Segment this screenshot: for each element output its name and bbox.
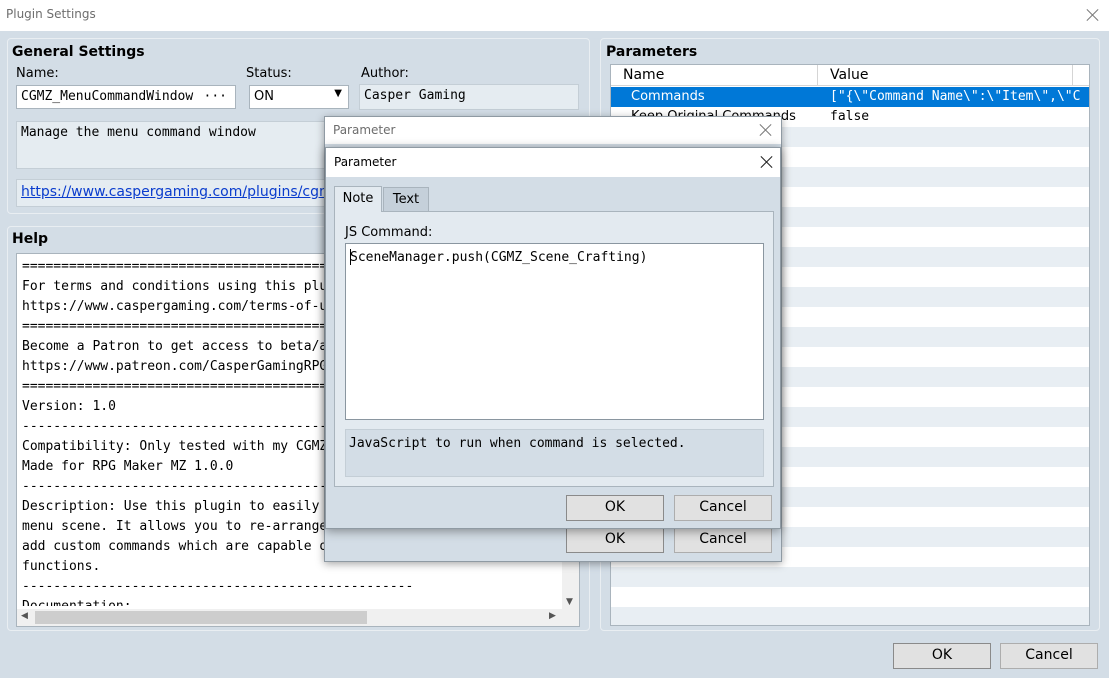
- text-cursor: [350, 249, 351, 265]
- parameter-dialog-titlebar: Parameter: [326, 148, 780, 177]
- parameter-dialog-back-ok-button[interactable]: OK: [566, 527, 664, 553]
- help-horizontal-scroll-thumb[interactable]: [35, 611, 367, 624]
- column-header-value[interactable]: Value: [830, 67, 868, 83]
- cancel-button[interactable]: Cancel: [1000, 643, 1098, 669]
- param-value: ["{\"Command Name\":\"Item\",\"C…: [830, 89, 1080, 104]
- help-heading: Help: [12, 231, 49, 247]
- note-description: JavaScript to run when command is select…: [345, 429, 764, 477]
- author-field[interactable]: Casper Gaming: [359, 84, 579, 110]
- status-value: ON: [254, 89, 274, 104]
- help-horizontal-scrollbar[interactable]: ◀ ▶: [17, 609, 579, 626]
- more-icon[interactable]: ···: [204, 89, 227, 104]
- help-line: Documentation:: [22, 597, 552, 606]
- column-divider: [1072, 65, 1073, 86]
- name-field[interactable]: CGMZ_MenuCommandWindow ···: [16, 85, 236, 109]
- plugin-url-link[interactable]: https://www.caspergaming.com/plugins/cgm…: [21, 184, 345, 200]
- parameter-dialog-ok-button[interactable]: OK: [566, 495, 664, 521]
- parameter-dialog: Parameter JS Command: SceneManager.push(…: [325, 147, 781, 529]
- name-label: Name:: [16, 66, 59, 81]
- table-row[interactable]: Commands ["{\"Command Name\":\"Item\",\"…: [611, 87, 1089, 107]
- tab-content: JS Command: SceneManager.push(CGMZ_Scene…: [334, 211, 774, 487]
- parameter-dialog-title: Parameter: [334, 155, 397, 169]
- scroll-left-icon[interactable]: ◀: [21, 611, 28, 621]
- tab-text[interactable]: Text: [383, 187, 429, 211]
- description-value: Manage the menu command window: [21, 125, 256, 140]
- scroll-down-icon[interactable]: ▼: [566, 597, 573, 607]
- tab-note[interactable]: Note: [334, 186, 382, 212]
- param-name: Commands: [631, 89, 705, 104]
- ok-button[interactable]: OK: [893, 643, 991, 669]
- window-title: Plugin Settings: [6, 7, 96, 21]
- param-value: false: [830, 109, 870, 124]
- parameters-heading: Parameters: [606, 44, 698, 60]
- js-command-textarea[interactable]: SceneManager.push(CGMZ_Scene_Crafting): [345, 243, 764, 420]
- column-header-name[interactable]: Name: [623, 67, 664, 83]
- status-select[interactable]: ON ▼: [249, 85, 349, 109]
- close-icon[interactable]: [759, 154, 775, 170]
- column-divider: [817, 65, 818, 86]
- general-settings-heading: General Settings: [12, 44, 145, 60]
- parameter-dialog-back-title: Parameter: [333, 123, 396, 137]
- close-icon[interactable]: [758, 122, 774, 138]
- parameter-dialog-back-cancel-button[interactable]: Cancel: [674, 527, 772, 553]
- parameter-dialog-back-titlebar: Parameter: [325, 117, 781, 144]
- name-value: CGMZ_MenuCommandWindow: [21, 89, 194, 104]
- close-icon[interactable]: [1085, 7, 1101, 23]
- status-label: Status:: [246, 66, 292, 81]
- author-value: Casper Gaming: [364, 88, 466, 103]
- help-line: ----------------------------------------…: [22, 579, 414, 594]
- parameters-table-header: Name Value: [611, 65, 1089, 86]
- js-command-label: JS Command:: [345, 225, 433, 240]
- chevron-down-icon: ▼: [334, 88, 342, 99]
- parameter-dialog-cancel-button[interactable]: Cancel: [674, 495, 772, 521]
- js-command-code: SceneManager.push(CGMZ_Scene_Crafting): [350, 250, 648, 265]
- author-label: Author:: [361, 66, 409, 81]
- note-text: JavaScript to run when command is select…: [349, 436, 686, 451]
- scroll-right-icon[interactable]: ▶: [549, 611, 556, 621]
